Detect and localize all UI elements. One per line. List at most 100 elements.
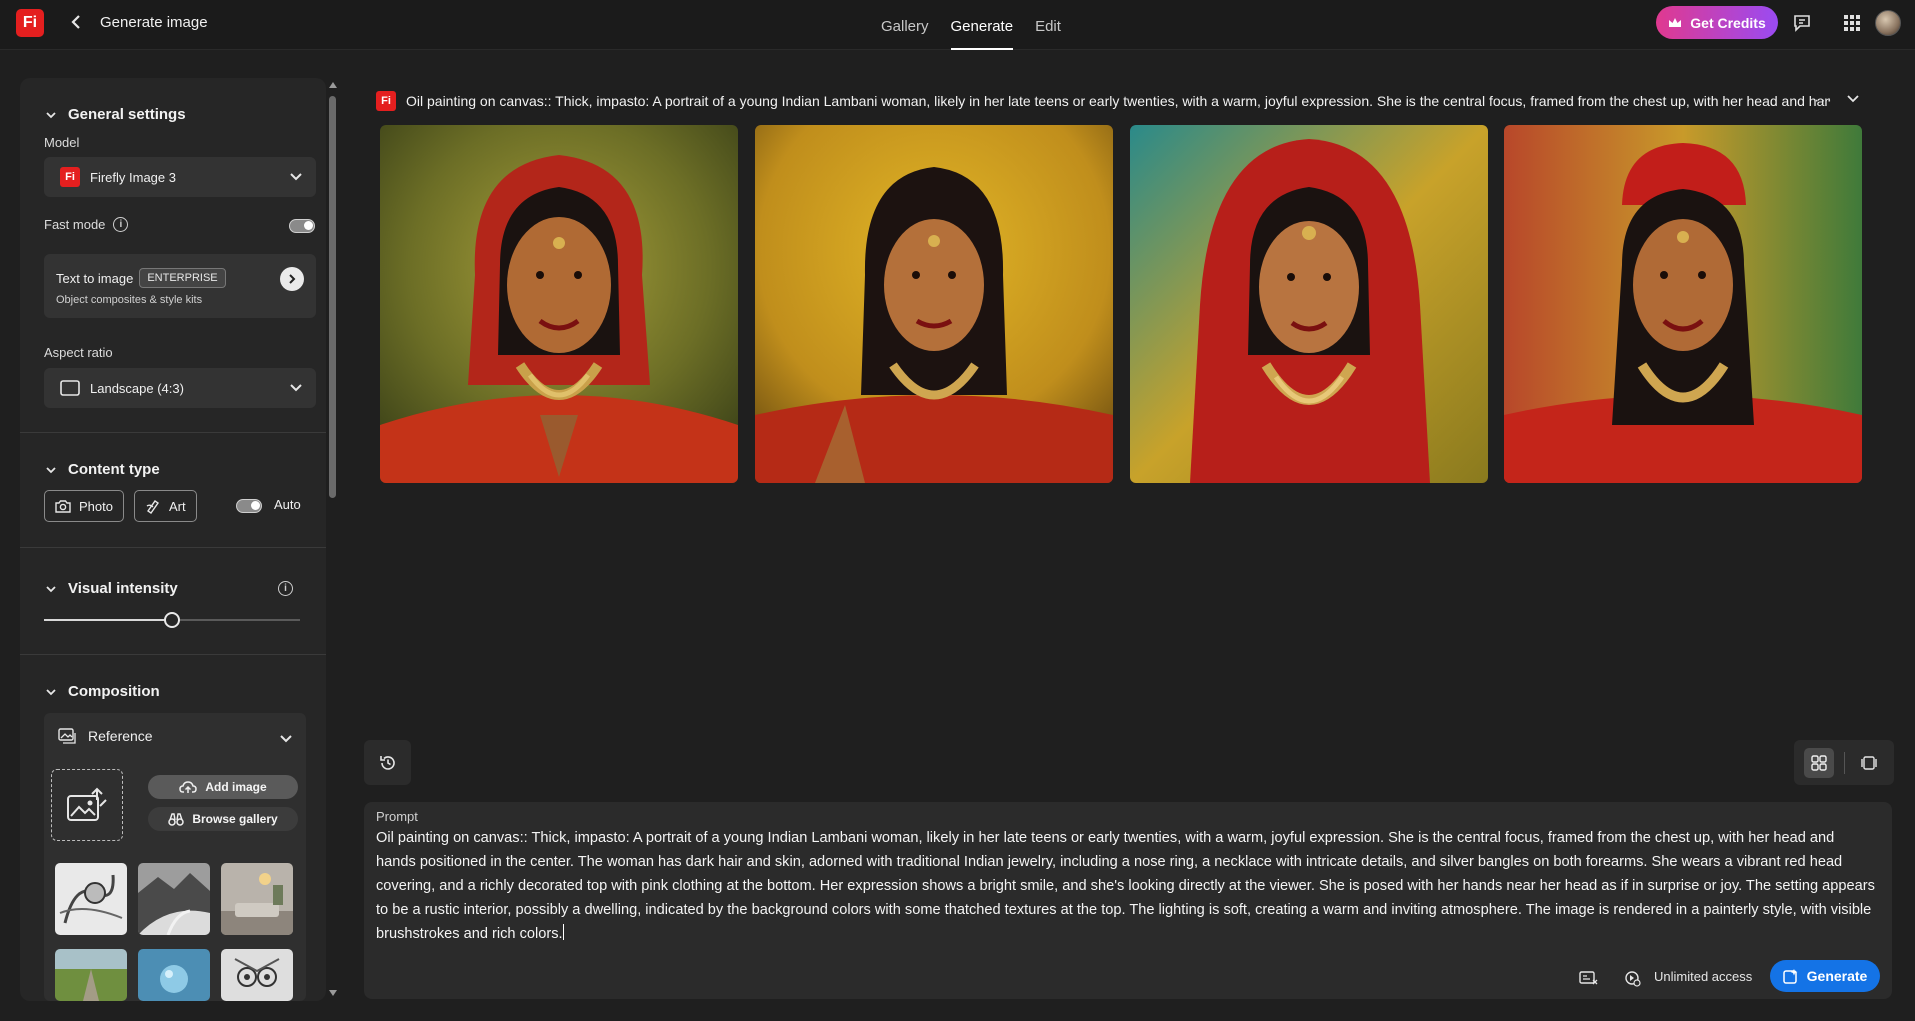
slider-thumb[interactable] (164, 612, 180, 628)
history-icon (379, 755, 395, 770)
generated-image[interactable] (1504, 125, 1862, 483)
style-reference-icon[interactable] (1579, 968, 1599, 988)
reference-thumbnail[interactable] (221, 949, 293, 1001)
browse-gallery-button[interactable]: Browse gallery (148, 807, 298, 831)
divider (1844, 752, 1845, 774)
upload-image-icon (67, 787, 107, 821)
reference-thumbnail[interactable] (55, 949, 127, 1001)
composition-header[interactable]: Composition (46, 683, 160, 700)
apps-grid-icon[interactable] (1840, 11, 1864, 35)
tab-generate[interactable]: Generate (940, 0, 1025, 50)
generated-image[interactable] (755, 125, 1113, 483)
generate-icon (1782, 969, 1798, 984)
photo-label: Photo (79, 498, 113, 514)
chevron-down-icon (46, 111, 56, 118)
chevron-down-icon (46, 585, 56, 592)
brush-icon (146, 500, 159, 514)
tab-gallery[interactable]: Gallery (870, 0, 940, 50)
tab-edit[interactable]: Edit (1024, 0, 1072, 50)
prompt-label: Prompt (376, 809, 418, 824)
history-button[interactable] (364, 740, 411, 785)
generate-button[interactable]: Generate (1770, 960, 1880, 992)
auto-toggle[interactable] (236, 499, 262, 513)
reference-upload-dropzone[interactable] (51, 769, 123, 841)
page-title: Generate image (100, 14, 208, 31)
landscape-icon (60, 380, 80, 396)
text-to-image-card[interactable]: Text to image ENTERPRISE Object composit… (44, 254, 316, 318)
photo-chip[interactable]: Photo (44, 490, 124, 522)
scroll-thumb[interactable] (329, 96, 336, 498)
info-icon[interactable]: i (278, 581, 293, 596)
result-prompt-header: Fi Oil painting on canvas:: Thick, impas… (376, 90, 1866, 112)
chevron-down-icon (290, 384, 302, 392)
sidebar-scrollbar[interactable] (328, 82, 338, 1000)
reference-label: Reference (88, 728, 153, 744)
text-to-image-open-button[interactable] (280, 267, 304, 291)
back-button[interactable] (66, 12, 86, 32)
generated-image[interactable] (380, 125, 738, 483)
aspect-ratio-label: Aspect ratio (44, 345, 113, 360)
crown-icon (1669, 17, 1682, 27)
art-chip[interactable]: Art (134, 490, 197, 522)
chevron-down-icon (46, 688, 56, 695)
grid-view-icon (1811, 755, 1827, 771)
firefly-logo[interactable]: Fi (16, 9, 44, 37)
slider-fill (44, 619, 172, 621)
firefly-model-icon: Fi (60, 167, 80, 187)
unlimited-access-label: Unlimited access (1654, 969, 1753, 984)
chat-icon[interactable] (1790, 11, 1814, 35)
reference-thumbnail[interactable] (221, 863, 293, 935)
reference-card: Reference Add image Browse gallery (44, 713, 306, 1001)
divider (20, 547, 326, 548)
settings-sidebar: General settings Model Fi Firefly Image … (20, 78, 326, 1001)
chevron-down-icon[interactable] (1847, 94, 1859, 104)
firefly-logo: Fi (376, 91, 396, 111)
info-icon[interactable]: i (113, 217, 129, 232)
visual-intensity-title: Visual intensity (68, 580, 178, 597)
camera-icon (55, 500, 71, 513)
scroll-down-arrow[interactable] (329, 990, 337, 996)
grid-view-button[interactable] (1804, 748, 1834, 778)
main-nav: Gallery Generate Edit (870, 0, 1072, 50)
avatar[interactable] (1875, 10, 1901, 36)
add-image-button[interactable]: Add image (148, 775, 298, 799)
model-dropdown[interactable]: Fi Firefly Image 3 (44, 157, 316, 197)
reference-image-icon (58, 728, 76, 744)
top-bar: Fi Generate image Gallery Generate Edit … (0, 0, 1915, 50)
prompt-input[interactable]: Oil painting on canvas:: Thick, impasto:… (376, 826, 1876, 946)
auto-label: Auto (274, 497, 301, 512)
browse-gallery-label: Browse gallery (192, 812, 278, 826)
chevron-down-icon (290, 173, 302, 181)
art-label: Art (169, 498, 186, 514)
content-type-header[interactable]: Content type (46, 461, 160, 478)
text-to-image-subtitle: Object composites & style kits (56, 294, 203, 306)
more-options-icon[interactable]: ··· (1814, 92, 1833, 110)
composition-title: Composition (68, 683, 160, 700)
view-toggle (1794, 740, 1894, 785)
reference-thumbnail[interactable] (138, 863, 210, 935)
binoculars-icon (168, 813, 185, 826)
aspect-ratio-dropdown[interactable]: Landscape (4:3) (44, 368, 316, 408)
visual-intensity-header[interactable]: Visual intensity (46, 580, 178, 597)
reference-header[interactable]: Reference (58, 728, 153, 744)
fast-mode-toggle[interactable] (289, 219, 315, 233)
reference-thumbnail[interactable] (55, 863, 127, 935)
chevron-right-icon (289, 274, 296, 284)
get-credits-button[interactable]: Get Credits (1656, 6, 1778, 39)
cloud-upload-icon (179, 781, 198, 793)
chevron-down-icon[interactable] (280, 734, 292, 744)
prompt-input-text: Oil painting on canvas:: Thick, impasto:… (376, 830, 1875, 942)
general-settings-header[interactable]: General settings (46, 106, 186, 123)
text-to-image-label: Text to image (56, 270, 134, 286)
visual-intensity-slider[interactable] (44, 612, 300, 628)
aspect-ratio-value: Landscape (4:3) (90, 380, 184, 396)
model-value: Firefly Image 3 (90, 169, 176, 185)
add-image-label: Add image (205, 780, 267, 794)
result-prompt-text: Oil painting on canvas:: Thick, impasto:… (406, 93, 1830, 109)
prompt-panel: Prompt Oil painting on canvas:: Thick, i… (364, 802, 1892, 999)
single-view-icon (1861, 756, 1877, 770)
reference-thumbnail[interactable] (138, 949, 210, 1001)
scroll-up-arrow[interactable] (329, 82, 337, 88)
single-view-button[interactable] (1854, 748, 1884, 778)
generated-image[interactable] (1130, 125, 1488, 483)
